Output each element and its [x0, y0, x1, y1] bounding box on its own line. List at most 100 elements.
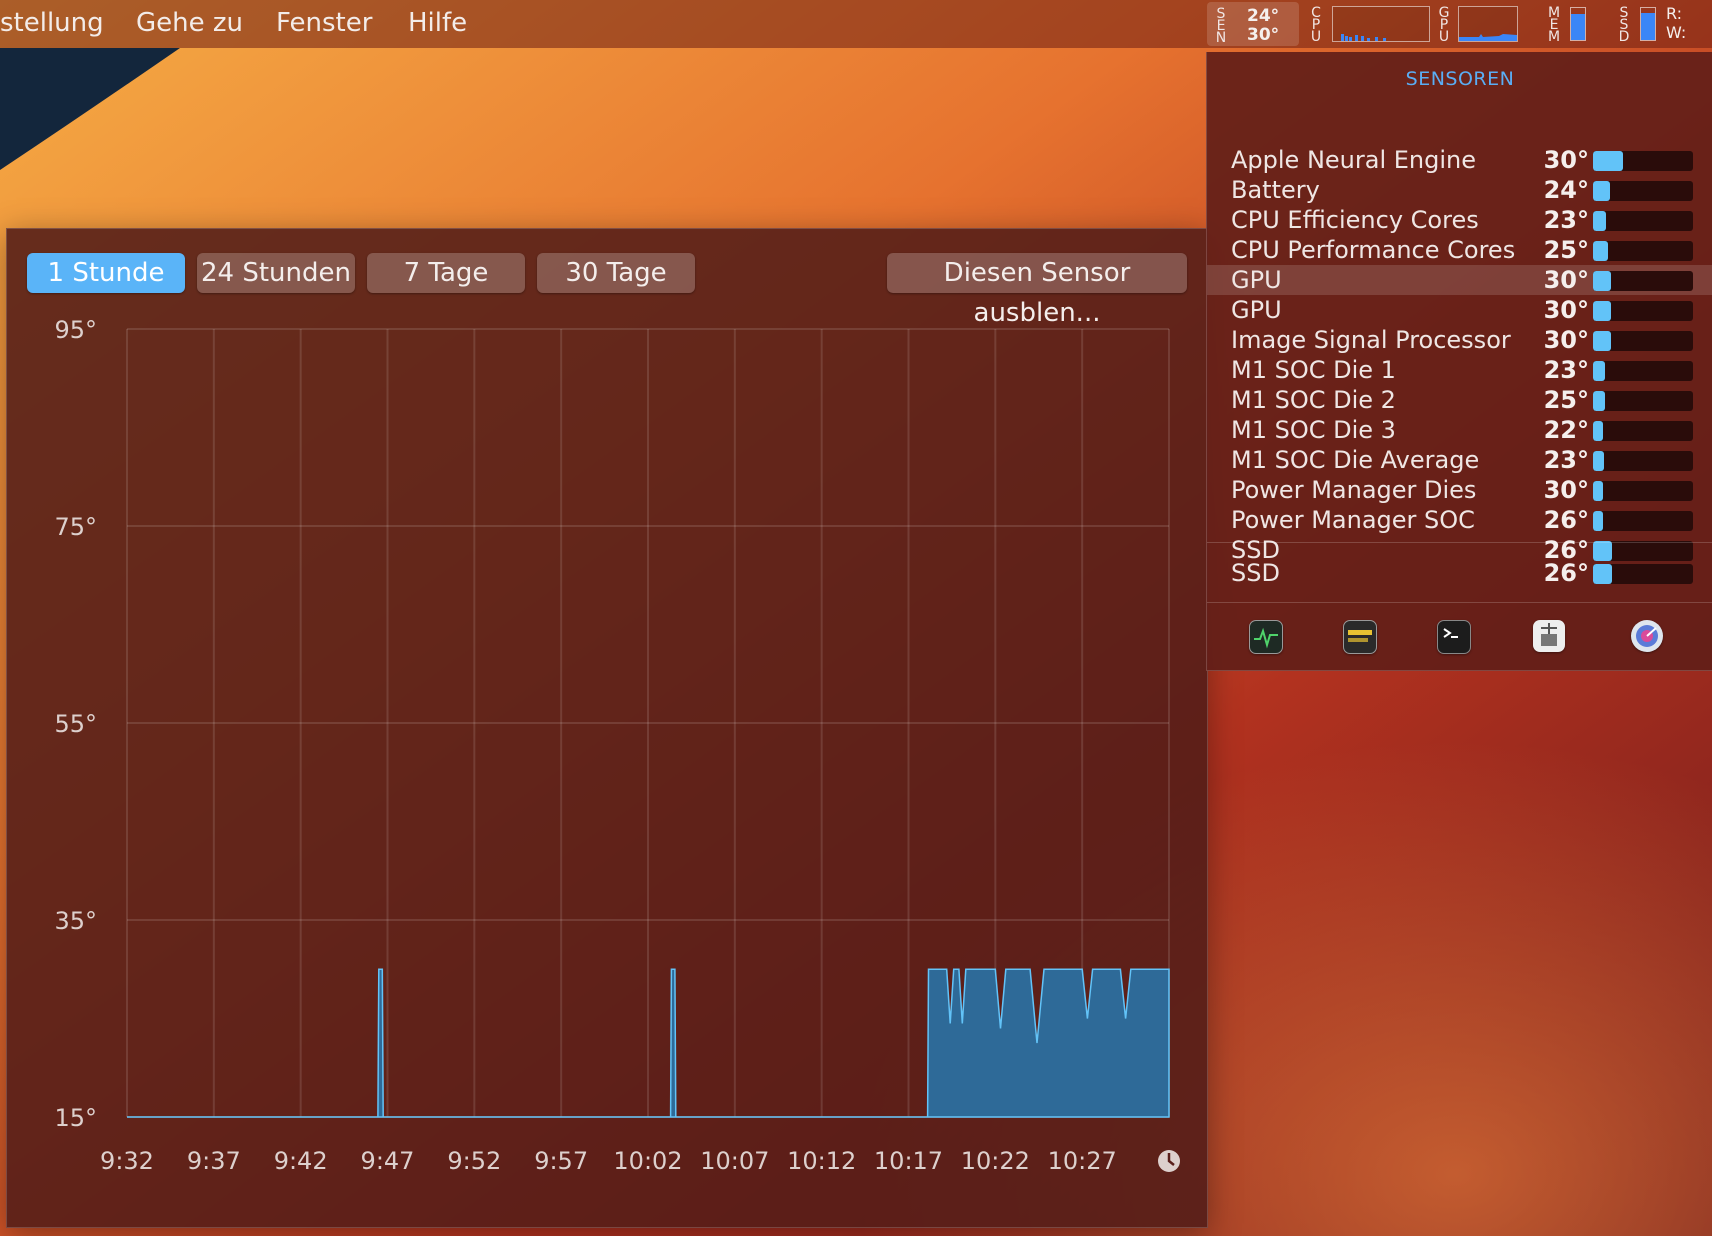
sensor-level-fill	[1593, 151, 1623, 171]
sensor-name: CPU Performance Cores	[1231, 236, 1516, 264]
cpu-mini-graph[interactable]	[1332, 6, 1430, 42]
sensor-level-bar	[1593, 241, 1693, 261]
sensor-level-fill	[1593, 451, 1604, 471]
sensor-level-bar	[1593, 151, 1693, 171]
sensor-popover: SENSOREN Apple Neural Engine 30° Battery 24…	[1206, 52, 1712, 671]
sensor-row[interactable]: M1 SOC Die 3 22°	[1207, 415, 1712, 445]
x-tick-label: 9:42	[274, 1147, 328, 1175]
sensor-name: M1 SOC Die Average	[1231, 446, 1480, 474]
menu-bar: stellung Gehe zu Fenster Hilfe SEN 24° 3…	[0, 0, 1712, 48]
sensor-level-fill	[1593, 564, 1612, 584]
sensor-name: Battery	[1231, 176, 1320, 204]
x-tick-label: 10:12	[787, 1147, 856, 1175]
sensor-level-fill	[1593, 391, 1605, 411]
sensor-level-bar	[1593, 481, 1693, 501]
sensor-level-bar	[1593, 391, 1693, 411]
y-tick-label: 75°	[54, 513, 97, 541]
ssd-bar[interactable]	[1640, 7, 1656, 41]
y-tick-label: 95°	[54, 316, 97, 344]
sensor-row[interactable]: M1 SOC Die 1 23°	[1207, 355, 1712, 385]
sensor-level-bar	[1593, 451, 1693, 471]
sensor-name: Image Signal Processor	[1231, 326, 1511, 354]
menu-gehe-zu[interactable]: Gehe zu	[136, 8, 243, 38]
sensor-level-bar	[1593, 301, 1693, 321]
sensor-name: GPU	[1231, 266, 1282, 294]
menubar-sensors-widget[interactable]: SEN 24° 30°	[1207, 2, 1299, 46]
sensor-name: CPU Efficiency Cores	[1231, 206, 1479, 234]
sensor-level-bar	[1593, 361, 1693, 381]
sensor-row[interactable]: Power Manager Dies 30°	[1207, 475, 1712, 505]
sensor-name: Apple Neural Engine	[1231, 146, 1477, 174]
sensor-row[interactable]: GPU 30°	[1207, 265, 1712, 295]
terminal-icon[interactable]	[1437, 620, 1471, 654]
sensor-history-panel: 1 Stunde 24 Stunden 7 Tage 30 Tage Diese…	[6, 228, 1208, 1228]
sensor-temp: 23°	[1543, 356, 1589, 384]
sensor-row[interactable]: Power Manager SOC 26°	[1207, 505, 1712, 535]
x-tick-label: 10:07	[700, 1147, 769, 1175]
sen-top-value: 24°	[1247, 6, 1280, 26]
sensor-level-fill	[1593, 511, 1603, 531]
sensor-level-fill	[1593, 241, 1608, 261]
x-tick-label: 10:02	[613, 1147, 682, 1175]
sensor-temp: 30°	[1543, 326, 1589, 354]
sensor-level-fill	[1593, 331, 1611, 351]
sensor-row[interactable]: GPU 30°	[1207, 295, 1712, 325]
divider	[1207, 602, 1712, 603]
gpu-mini-graph[interactable]	[1458, 6, 1518, 42]
gpu-label: GPU	[1438, 5, 1450, 45]
system-information-icon[interactable]	[1533, 620, 1565, 652]
menu-fenster[interactable]: Fenster	[276, 8, 372, 38]
y-tick-label: 35°	[54, 907, 97, 935]
cpu-label: CPU	[1310, 5, 1322, 45]
menu-hilfe[interactable]: Hilfe	[408, 8, 467, 38]
mem-bar[interactable]	[1570, 7, 1586, 41]
sensor-temp: 25°	[1543, 386, 1589, 414]
cpu-graph-bars	[1341, 34, 1386, 41]
sensor-level-bar	[1593, 511, 1693, 531]
sensor-temp: 26°	[1543, 559, 1589, 587]
x-tick-label: 9:57	[534, 1147, 588, 1175]
sensor-row[interactable]: Apple Neural Engine 30°	[1207, 145, 1712, 175]
ssd-bar-fill	[1641, 12, 1655, 40]
sensor-level-bar	[1593, 421, 1693, 441]
sensor-level-bar	[1593, 211, 1693, 231]
menu-darstellung[interactable]: stellung	[0, 8, 104, 38]
sensor-temp: 23°	[1543, 446, 1589, 474]
sensor-row[interactable]: Battery 24°	[1207, 175, 1712, 205]
sensor-temp: 24°	[1543, 176, 1589, 204]
sensor-row[interactable]: M1 SOC Die 2 25°	[1207, 385, 1712, 415]
sensor-temp: 22°	[1543, 416, 1589, 444]
activity-monitor-icon[interactable]	[1249, 620, 1283, 654]
sensor-row[interactable]: CPU Efficiency Cores 23°	[1207, 205, 1712, 235]
sensor-row[interactable]: CPU Performance Cores 25°	[1207, 235, 1712, 265]
sensor-temp: 30°	[1543, 476, 1589, 504]
mem-label: MEM	[1548, 5, 1561, 45]
sensor-temp: 30°	[1543, 266, 1589, 294]
sensor-name: Power Manager SOC	[1231, 506, 1475, 534]
sensor-level-fill	[1593, 481, 1603, 501]
x-tick-label: 10:27	[1048, 1147, 1117, 1175]
sensor-level-fill	[1593, 421, 1603, 441]
sensor-row[interactable]: Image Signal Processor 30°	[1207, 325, 1712, 355]
temperature-chart: 95° 75° 55° 35° 15°9:32 9:37 9:42 9:47 9:52 9:57 1…	[54, 316, 1180, 1175]
disk-write-label: W:	[1666, 23, 1687, 42]
sensor-level-bar	[1593, 564, 1693, 584]
gpu-graph-fill	[1459, 34, 1517, 41]
sensor-row-ssd-extra[interactable]: SSD 26°	[1207, 558, 1712, 588]
sensor-name: Power Manager Dies	[1231, 476, 1477, 504]
console-icon[interactable]	[1343, 620, 1377, 654]
sensor-heading: SENSOREN	[1405, 68, 1515, 90]
sensor-level-bar	[1593, 181, 1693, 201]
sensor-temp: 30°	[1543, 296, 1589, 324]
sensor-name: SSD	[1231, 559, 1280, 587]
sensor-level-fill	[1593, 361, 1605, 381]
sensor-temp: 23°	[1543, 206, 1589, 234]
x-tick-label: 9:52	[447, 1147, 501, 1175]
y-tick-label: 55°	[54, 710, 97, 738]
sensor-row[interactable]: M1 SOC Die Average 23°	[1207, 445, 1712, 475]
x-tick-label: 10:17	[874, 1147, 943, 1175]
clock-icon	[1158, 1150, 1180, 1172]
sensor-level-fill	[1593, 301, 1611, 321]
sensor-level-bar	[1593, 331, 1693, 351]
disk-utility-icon[interactable]	[1631, 620, 1663, 652]
